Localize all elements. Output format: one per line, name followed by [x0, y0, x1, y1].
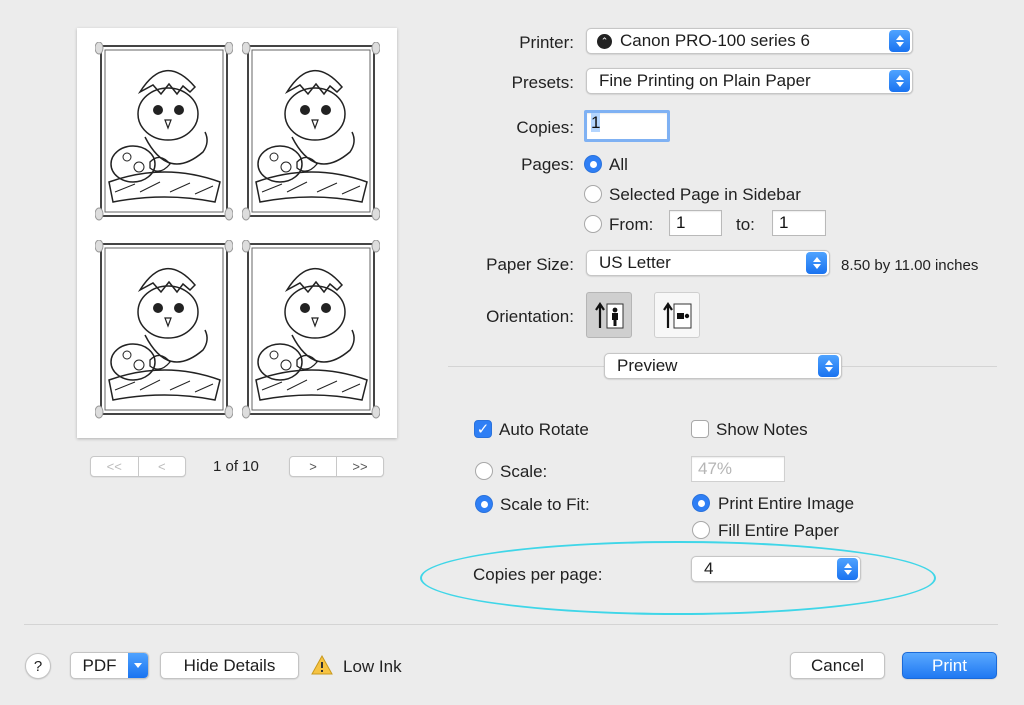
pages-from-input[interactable]: 1 [669, 210, 722, 236]
preview-nav-back-group: << < [90, 456, 186, 477]
pages-selected-radio[interactable] [584, 185, 602, 203]
paper-size-label: Paper Size: [486, 255, 574, 274]
paper-size-popup[interactable]: US Letter [586, 250, 830, 276]
chick-illustration [241, 239, 381, 419]
scale-input[interactable]: 47% [691, 456, 785, 482]
next-page-button[interactable]: > [290, 457, 337, 476]
print-preview [77, 28, 397, 438]
orientation-label: Orientation: [486, 307, 574, 326]
portrait-icon [595, 302, 624, 329]
pages-all-radio[interactable] [584, 155, 602, 173]
scale-label: Scale: [500, 462, 548, 481]
section-popup[interactable]: Preview [604, 353, 842, 379]
pages-from-label: From: [609, 215, 654, 234]
presets-popup[interactable]: Fine Printing on Plain Paper [586, 68, 913, 94]
show-notes-checkbox[interactable] [691, 420, 709, 438]
scale-to-fit-radio[interactable] [475, 495, 493, 513]
cancel-button[interactable]: Cancel [790, 652, 885, 679]
chick-illustration [94, 239, 234, 419]
scale-to-fit-label: Scale to Fit: [500, 495, 590, 514]
printer-value: Canon PRO-100 series 6 [620, 31, 810, 50]
first-page-button[interactable]: << [91, 457, 139, 476]
auto-rotate-checkbox[interactable]: ✓ [474, 420, 492, 438]
orientation-landscape-button[interactable] [654, 292, 700, 338]
chick-illustration [94, 41, 234, 221]
popup-arrows-icon [818, 355, 839, 377]
fill-entire-paper-radio[interactable] [692, 521, 710, 539]
pages-range-radio[interactable] [584, 215, 602, 233]
page-indicator: 1 of 10 [213, 458, 259, 475]
warning-icon [311, 654, 333, 680]
fill-entire-paper-label: Fill Entire Paper [718, 521, 839, 540]
printer-popup[interactable]: ⌃ Canon PRO-100 series 6 [586, 28, 913, 54]
paper-dimensions: 8.50 by 11.00 inches [841, 257, 979, 274]
low-ink-label: Low Ink [343, 657, 402, 676]
presets-value: Fine Printing on Plain Paper [599, 71, 811, 90]
preview-copy [241, 239, 381, 420]
pages-label: Pages: [521, 155, 574, 174]
show-notes-label: Show Notes [716, 420, 808, 439]
pages-to-label: to: [736, 215, 755, 234]
last-page-button[interactable]: >> [337, 457, 383, 476]
chevron-down-icon [128, 653, 148, 678]
help-button[interactable]: ? [25, 653, 51, 679]
landscape-icon [663, 302, 692, 329]
orientation-portrait-button[interactable] [586, 292, 632, 338]
pages-selected-label: Selected Page in Sidebar [609, 185, 801, 204]
preview-copy [94, 239, 234, 420]
highlight-ellipse [420, 541, 936, 615]
chick-illustration [241, 41, 381, 221]
preview-nav-forward-group: > >> [289, 456, 384, 477]
copies-label: Copies: [516, 118, 574, 137]
popup-arrows-icon [889, 30, 910, 52]
printer-label: Printer: [519, 33, 574, 52]
pdf-label: PDF [82, 655, 117, 675]
print-button[interactable]: Print [902, 652, 997, 679]
preview-copy [241, 41, 381, 222]
popup-arrows-icon [806, 252, 827, 274]
print-entire-image-radio[interactable] [692, 494, 710, 512]
paper-size-value: US Letter [599, 253, 671, 272]
footer-separator [24, 624, 998, 625]
preview-copy [94, 41, 234, 222]
copies-input[interactable]: 1 [584, 110, 670, 142]
copies-value: 1 [591, 113, 601, 132]
pdf-menu-button[interactable]: PDF [70, 652, 149, 679]
presets-label: Presets: [511, 73, 574, 92]
pages-all-label: All [609, 155, 628, 174]
pages-to-input[interactable]: 1 [772, 210, 826, 236]
print-entire-image-label: Print Entire Image [718, 494, 855, 513]
previous-page-button[interactable]: < [139, 457, 186, 476]
hide-details-button[interactable]: Hide Details [160, 652, 299, 679]
printer-status-icon: ⌃ [597, 33, 612, 49]
section-popup-value: Preview [617, 356, 678, 375]
auto-rotate-label: Auto Rotate [499, 420, 589, 439]
popup-arrows-icon [889, 70, 910, 92]
scale-radio[interactable] [475, 462, 493, 480]
